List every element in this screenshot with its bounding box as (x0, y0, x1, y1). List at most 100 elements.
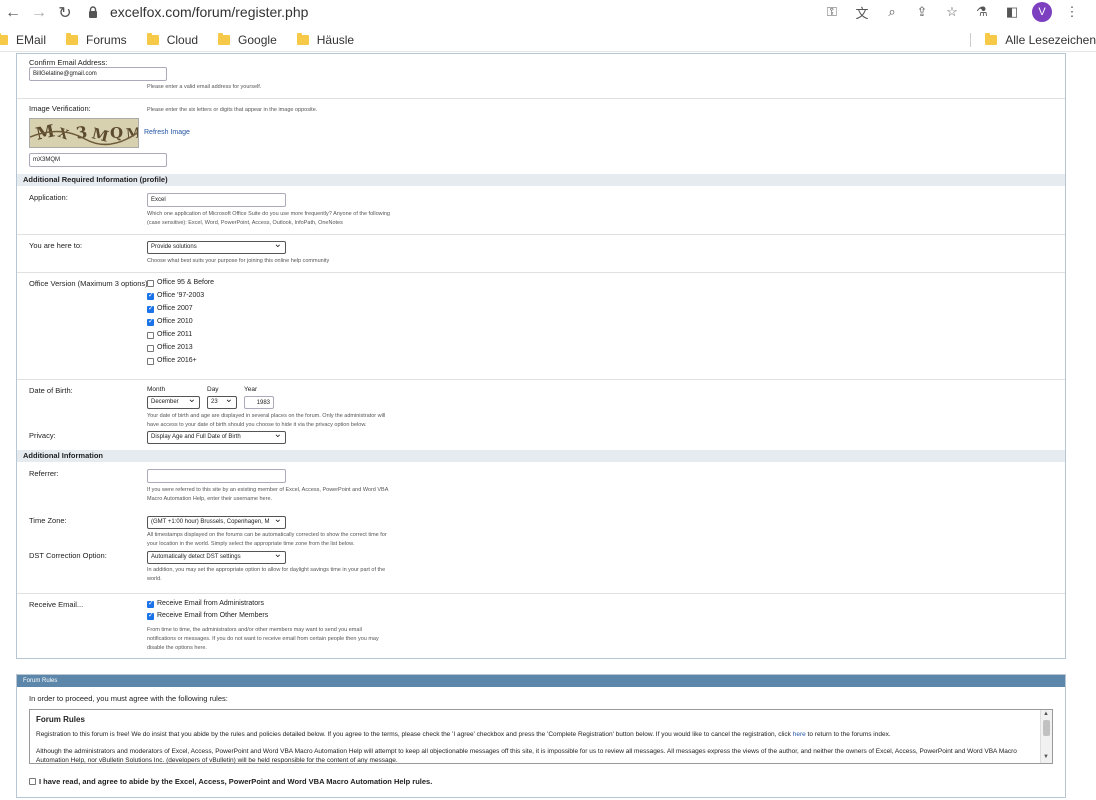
office-2007-label: Office 2007 (157, 305, 193, 312)
office-2011-checkbox[interactable] (147, 332, 154, 339)
folder-icon (218, 32, 231, 45)
bookmark-haeusle[interactable]: Häusle (296, 32, 354, 47)
application-row: Application: Excel Which one application… (17, 187, 1065, 235)
image-verification-row: Image Verification: Please enter the six… (17, 100, 1065, 179)
captcha-input[interactable]: mX3MQM (29, 153, 167, 167)
translate-icon[interactable]: 文 (852, 2, 872, 22)
back-icon[interactable]: ← (0, 1, 26, 25)
browser-toolbar: ← → ↻ excelfox.com/forum/register.php ⚿ … (0, 0, 1096, 26)
scroll-up-icon[interactable]: ▲ (1043, 711, 1049, 717)
receive-admin-label: Receive Email from Administrators (157, 600, 264, 607)
share-icon[interactable]: ⇪ (912, 2, 932, 22)
agree-label: I have read, and agree to abide by the E… (39, 777, 433, 786)
captcha-image: M X 3 M Q M (29, 118, 139, 148)
zoom-icon[interactable]: ⌕ (882, 2, 902, 22)
receive-email-label: Receive Email... (29, 600, 84, 609)
star-icon[interactable]: ☆ (942, 2, 962, 22)
timezone-select[interactable]: (GMT +1:00 hour) Brussels, Copenhagen, M (147, 514, 286, 529)
menu-icon[interactable]: ⋮ (1062, 2, 1082, 22)
agree-checkbox[interactable] (29, 778, 36, 785)
office-2011-label: Office 2011 (157, 331, 193, 338)
office-2007-checkbox[interactable] (147, 304, 154, 313)
confirm-email-input[interactable]: BillGelatine@gmail.com (29, 67, 167, 81)
receive-members-checkbox[interactable] (147, 611, 154, 620)
bookmark-forums[interactable]: Forums (66, 32, 127, 47)
forum-rules-title: Forum Rules (36, 715, 85, 724)
office-version-row: Office Version (Maximum 3 options): Offi… (17, 274, 1065, 380)
referrer-hint-2: Macro Automation Help, enter their usern… (147, 496, 273, 502)
folder-icon (0, 32, 8, 45)
application-input[interactable]: Excel (147, 193, 286, 207)
receive-email-hint-3: disable the options here. (147, 645, 207, 651)
dob-month-select[interactable]: December (147, 394, 200, 409)
office-95-checkbox[interactable] (147, 280, 154, 287)
forward-icon[interactable]: → (26, 1, 52, 25)
referrer-label: Referrer: (29, 469, 59, 478)
avatar[interactable]: V (1032, 2, 1052, 22)
referrer-input[interactable] (147, 469, 286, 483)
office-2016-checkbox[interactable] (147, 358, 154, 365)
confirm-email-hint: Please enter a valid email address for y… (147, 84, 262, 90)
office-97-checkbox[interactable] (147, 291, 154, 300)
extension-icon[interactable]: ⚗ (972, 2, 992, 22)
dob-month-label: Month (147, 386, 166, 393)
privacy-label: Privacy: (29, 431, 56, 440)
lock-icon (89, 6, 97, 18)
divider (970, 33, 972, 47)
forum-rules-paragraph-1: Registration to this forum is free! We d… (36, 731, 891, 738)
folder-icon (985, 33, 998, 45)
dst-hint-2: world. (147, 576, 162, 582)
rules-scrollbar[interactable]: ▲ ▼ (1040, 710, 1052, 763)
forum-rules-paragraph-2: Although the administrators and moderato… (36, 748, 1017, 764)
folder-icon (146, 32, 159, 45)
forum-rules-textbox[interactable]: Forum Rules Registration to this forum i… (29, 709, 1053, 764)
url-text: excelfox.com/forum/register.php (110, 4, 309, 20)
refresh-image-link[interactable]: Refresh Image (144, 129, 190, 136)
here-to-row: You are here to: Provide solutions Choos… (17, 236, 1065, 273)
sidepanel-icon[interactable]: ◧ (1002, 2, 1022, 22)
scroll-thumb[interactable] (1043, 720, 1050, 736)
bookmark-email[interactable]: EMail (0, 32, 46, 47)
bookmark-google[interactable]: Google (218, 32, 277, 47)
dob-row: Date of Birth: Month Day Year December 2… (17, 381, 1065, 452)
application-hint-2: (case sensitive): Excel, Word, PowerPoin… (147, 220, 343, 226)
image-verification-label: Image Verification: (29, 104, 91, 113)
dob-day-label: Day (207, 386, 219, 393)
here-to-label: You are here to: (29, 241, 83, 250)
receive-members-label: Receive Email from Other Members (157, 612, 269, 619)
captcha-noise (30, 130, 138, 146)
office-version-label: Office Version (Maximum 3 options): (29, 279, 150, 288)
office-2010-label: Office 2010 (157, 318, 193, 325)
folder-icon (66, 32, 79, 45)
dob-hint-2: have access to your date of birth should… (147, 422, 367, 428)
dst-label: DST Correction Option: (29, 551, 107, 560)
dob-year-input[interactable]: 1983 (244, 396, 274, 409)
return-index-link[interactable]: here (793, 731, 806, 738)
here-to-select[interactable]: Provide solutions (147, 239, 286, 254)
office-2010-checkbox[interactable] (147, 317, 154, 326)
application-label: Application: (29, 193, 68, 202)
scroll-down-icon[interactable]: ▼ (1043, 754, 1049, 760)
privacy-select[interactable]: Display Age and Full Date of Birth (147, 429, 286, 444)
dst-select[interactable]: Automatically detect DST settings (147, 549, 286, 564)
here-to-hint: Choose what best suits your purpose for … (147, 258, 330, 264)
bookmark-all[interactable]: Alle Lesezeichen (985, 33, 1096, 47)
forum-rules-panel: Forum Rules In order to proceed, you mus… (16, 674, 1066, 798)
registration-panel: Confirm Email Address: BillGelatine@gmai… (16, 53, 1066, 659)
bookmarks-bar: EMail Forums Cloud Google Häusle Alle Le… (0, 28, 1096, 52)
timezone-row: Time Zone: (GMT +1:00 hour) Brussels, Co… (17, 504, 1065, 594)
folder-icon (296, 32, 309, 45)
section-profile: Additional Required Information (profile… (17, 174, 1065, 186)
referrer-row: Referrer: If you were referred to this s… (17, 463, 1065, 504)
timezone-hint-2: your location in the world. Simply selec… (147, 541, 355, 547)
confirm-email-label: Confirm Email Address: (29, 58, 108, 67)
forum-rules-header: Forum Rules (17, 675, 1065, 687)
key-icon[interactable]: ⚿ (822, 2, 842, 22)
dob-day-select[interactable]: 23 (207, 394, 237, 409)
dob-year-label: Year (244, 386, 258, 393)
receive-admin-checkbox[interactable] (147, 599, 154, 608)
office-95-label: Office 95 & Before (157, 279, 215, 286)
section-additional: Additional Information (17, 450, 1065, 462)
bookmark-cloud[interactable]: Cloud (146, 32, 198, 47)
office-2013-checkbox[interactable] (147, 345, 154, 352)
